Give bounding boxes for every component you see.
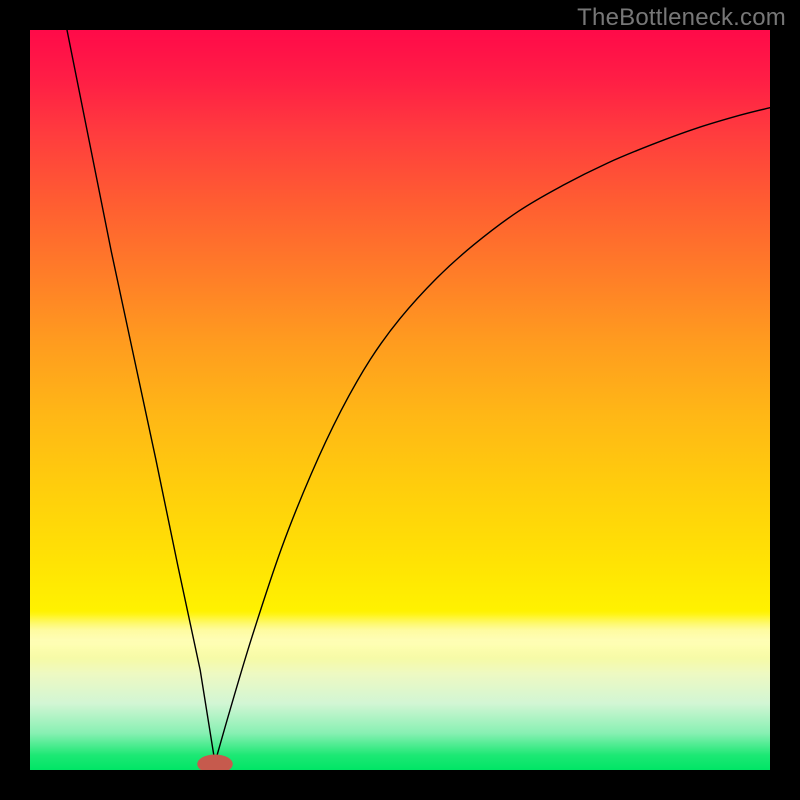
optimum-marker [197,754,233,770]
curve-left-branch [67,30,215,763]
curve-svg [30,30,770,770]
curve-right-branch [215,108,770,763]
plot-area [30,30,770,770]
chart-frame: TheBottleneck.com [0,0,800,800]
watermark-text: TheBottleneck.com [577,4,786,32]
